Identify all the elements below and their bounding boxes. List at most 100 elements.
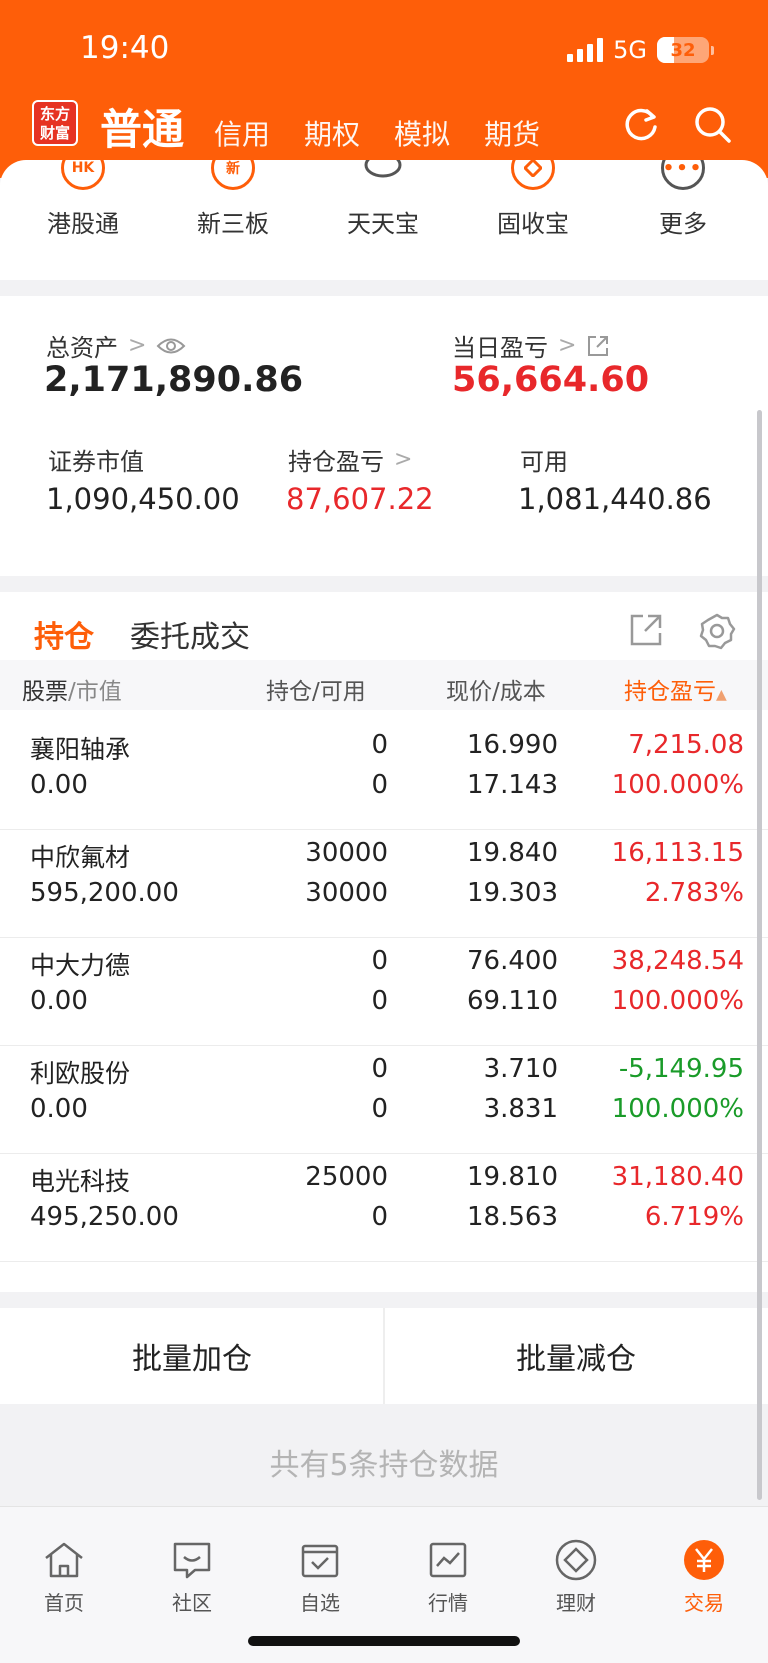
- nav-watchlist[interactable]: 自选: [256, 1537, 384, 1616]
- stock-position: 30000: [305, 838, 388, 868]
- network-type: 5G: [613, 36, 647, 64]
- stock-price: 19.810: [467, 1162, 558, 1192]
- table-row[interactable]: 中大力德 0.00 0 0 76.400 69.110 38,248.54 100.000%: [0, 932, 768, 1046]
- col-position[interactable]: 持仓/可用: [266, 672, 366, 706]
- search-icon[interactable]: [692, 104, 734, 146]
- nav-wealth[interactable]: 理财: [512, 1537, 640, 1616]
- batch-reduce-button[interactable]: 批量减仓: [384, 1308, 768, 1404]
- stock-cost: 19.303: [467, 878, 558, 908]
- nav-trade[interactable]: 交易: [640, 1537, 768, 1616]
- position-pl-value: 87,607.22: [286, 482, 434, 516]
- batch-add-button[interactable]: 批量加仓: [0, 1308, 384, 1404]
- table-row[interactable]: 电光科技 495,250.00 25000 0 19.810 18.563 31,180.4…: [0, 1148, 768, 1262]
- stock-market-value: 0.00: [30, 770, 88, 800]
- battery-level: 32: [670, 39, 696, 61]
- tab-futures[interactable]: 期货: [484, 113, 540, 157]
- position-pl-label[interactable]: 持仓盈亏 >: [288, 442, 412, 477]
- stock-name: 中大力德: [30, 951, 131, 980]
- scrollbar[interactable]: [757, 410, 762, 1500]
- total-assets-label[interactable]: 总资产 >: [46, 328, 186, 363]
- table-row[interactable]: 中欣氟材 595,200.00 30000 30000 19.840 19.303 16,1…: [0, 824, 768, 938]
- tab-positions[interactable]: 持仓: [34, 612, 94, 656]
- shortcut-more[interactable]: ••• 更多: [608, 160, 758, 239]
- col-cost-label: /成本: [492, 679, 546, 705]
- available-value: 1,081,440.86: [518, 482, 712, 516]
- col-position-label: 持仓: [266, 679, 312, 705]
- stock-name: 中欣氟材: [30, 843, 131, 872]
- available-label: 可用: [520, 442, 568, 477]
- stock-price: 19.840: [467, 838, 558, 868]
- daily-pl-label[interactable]: 当日盈亏 >: [452, 328, 610, 363]
- stock-name: 利欧股份: [30, 1059, 131, 1088]
- nav-home[interactable]: 首页: [0, 1537, 128, 1616]
- stock-position: 25000: [305, 1162, 388, 1192]
- tab-options[interactable]: 期权: [304, 113, 360, 157]
- status-indicators: 5G 32: [567, 36, 714, 64]
- stock-available: 0: [371, 1094, 388, 1124]
- chevron-right-icon: >: [394, 447, 413, 472]
- col-pl-label: 持仓盈亏: [624, 679, 716, 705]
- stock-pl-pct: 100.000%: [611, 770, 744, 800]
- export-icon[interactable]: [628, 612, 664, 648]
- stock-market-value: 0.00: [30, 1094, 88, 1124]
- settings-icon[interactable]: [698, 612, 736, 650]
- stock-name: 襄阳轴承: [30, 735, 131, 764]
- shortcut-new-board[interactable]: 新 新三板: [158, 160, 308, 239]
- total-assets-text: 总资产: [46, 334, 118, 362]
- position-pl-text: 持仓盈亏: [288, 448, 384, 476]
- header-actions: [620, 104, 734, 146]
- col-stock[interactable]: 股票/市值: [22, 672, 122, 706]
- nav-community[interactable]: 社区: [128, 1537, 256, 1616]
- stock-market-value: 595,200.00: [30, 878, 179, 908]
- table-row[interactable]: 襄阳轴承 0.00 0 0 16.990 17.143 7,215.08 100.000%: [0, 716, 768, 830]
- shortcut-label: 新三板: [197, 210, 269, 238]
- eye-icon[interactable]: [156, 336, 186, 356]
- available-text: 可用: [520, 448, 568, 476]
- tab-credit[interactable]: 信用: [214, 113, 270, 157]
- market-value-label: 证券市值: [48, 442, 144, 477]
- chart-icon: [429, 1542, 467, 1578]
- account-tabs: 普通 信用 期权 模拟 期货: [100, 96, 574, 157]
- holdings-panel: 持仓 委托成交 股票/市值 持仓/可用 现价/成本 持仓盈亏▲ 襄阳轴承 0.00…: [0, 592, 768, 1292]
- stock-cost: 69.110: [467, 986, 558, 1016]
- nav-label: 理财: [556, 1591, 596, 1615]
- batch-actions: 批量加仓 批量减仓: [0, 1308, 768, 1404]
- shortcut-gushoubao[interactable]: 固收宝: [458, 160, 608, 239]
- col-price-label: 现价: [446, 679, 492, 705]
- tab-simulation[interactable]: 模拟: [394, 113, 450, 157]
- more-icon: •••: [661, 160, 705, 190]
- table-row[interactable]: 利欧股份 0.00 0 0 3.710 3.831 -5,149.95 100.000%: [0, 1040, 768, 1154]
- tab-normal[interactable]: 普通: [100, 96, 184, 157]
- daily-pl-value: 56,664.60: [452, 360, 650, 400]
- col-pl[interactable]: 持仓盈亏▲: [624, 672, 727, 706]
- col-price[interactable]: 现价/成本: [446, 672, 546, 706]
- nav-label: 首页: [44, 1591, 84, 1615]
- tab-orders[interactable]: 委托成交: [130, 612, 250, 656]
- signal-icon: [567, 38, 604, 62]
- hk-icon: HK: [61, 160, 105, 190]
- nav-market[interactable]: 行情: [384, 1537, 512, 1616]
- asset-summary: 总资产 > 2,171,890.86 当日盈亏 > 56,664.60 证券市值…: [0, 296, 768, 576]
- app-header: 19:40 5G 32 东方财富 普通 信用 期权 模拟 期货: [0, 0, 768, 178]
- shortcut-label: 更多: [659, 210, 707, 238]
- holdings-actions: [628, 612, 736, 650]
- stock-cost: 3.831: [483, 1094, 558, 1124]
- stock-pl-pct: 6.719%: [644, 1202, 744, 1232]
- daily-pl-text: 当日盈亏: [452, 334, 548, 362]
- stock-price: 76.400: [467, 946, 558, 976]
- shortcut-bar: HK 港股通 新 新三板 天天宝 固收宝 ••• 更多: [0, 160, 768, 280]
- share-icon[interactable]: [586, 334, 610, 358]
- chat-icon: [173, 1542, 211, 1579]
- sort-icon: ▲: [716, 687, 727, 703]
- stock-available: 30000: [305, 878, 388, 908]
- home-indicator[interactable]: [248, 1636, 520, 1646]
- stock-available: 0: [371, 1202, 388, 1232]
- shortcut-hk[interactable]: HK 港股通: [8, 160, 158, 239]
- col-stock-label: 股票: [22, 679, 68, 705]
- chevron-right-icon: >: [558, 333, 577, 358]
- shortcut-tiantianbao[interactable]: 天天宝: [308, 160, 458, 239]
- stock-position: 0: [371, 1054, 388, 1084]
- stock-cost: 17.143: [467, 770, 558, 800]
- stock-pl: -5,149.95: [618, 1054, 744, 1084]
- refresh-icon[interactable]: [620, 104, 662, 146]
